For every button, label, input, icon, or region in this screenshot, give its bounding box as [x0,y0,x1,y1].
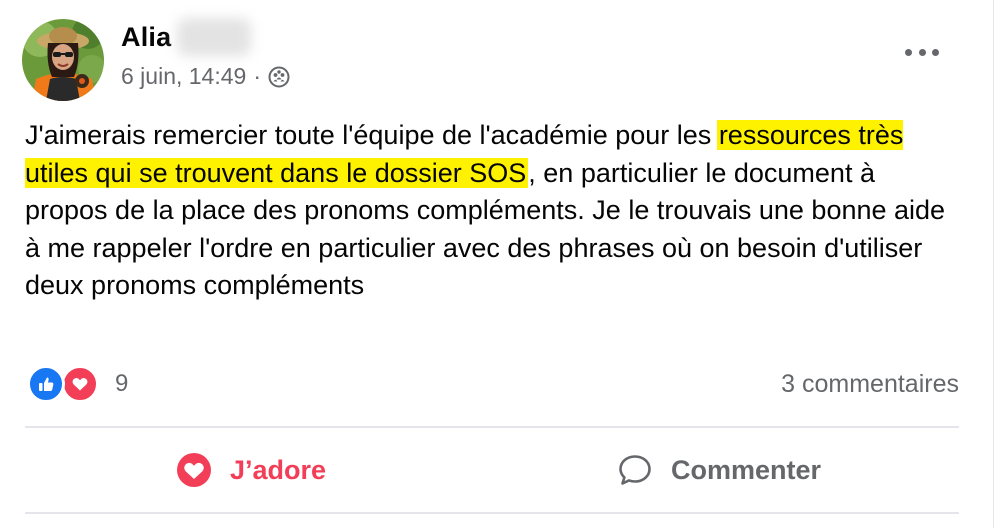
comment-label: Commenter [671,454,822,485]
love-reaction-button[interactable]: J’adore [176,444,326,496]
facebook-post: Alia 6 juin, 14:49 · J'aimerais remercie… [0,0,994,528]
post-text-before: J'aimerais remercier toute l'équipe de l… [25,120,719,150]
avatar[interactable] [22,19,104,101]
divider [25,426,959,428]
comments-count-link[interactable]: 3 commentaires [781,370,959,399]
comment-icon [619,455,651,485]
divider [25,512,959,514]
author-name[interactable]: Alia [121,22,171,53]
love-icon [61,365,99,403]
comment-button[interactable]: Commenter [617,444,821,496]
post-timestamp[interactable]: 6 juin, 14:49 [121,63,246,90]
love-icon [177,453,211,487]
more-dot-icon [932,48,939,56]
meta-separator: · [253,63,261,89]
more-options-button[interactable] [905,42,939,62]
post-meta: 6 juin, 14:49 · [121,63,290,90]
post-body: J'aimerais remercier toute l'équipe de l… [25,117,965,305]
love-reaction-label: J’adore [230,454,327,485]
group-icon [268,66,290,88]
author-name-redaction [177,18,251,56]
more-dot-icon [918,48,926,56]
more-dot-icon [905,48,912,56]
reactions-summary[interactable]: 9 [27,365,128,403]
reaction-count: 9 [115,370,129,397]
like-icon [27,365,65,403]
